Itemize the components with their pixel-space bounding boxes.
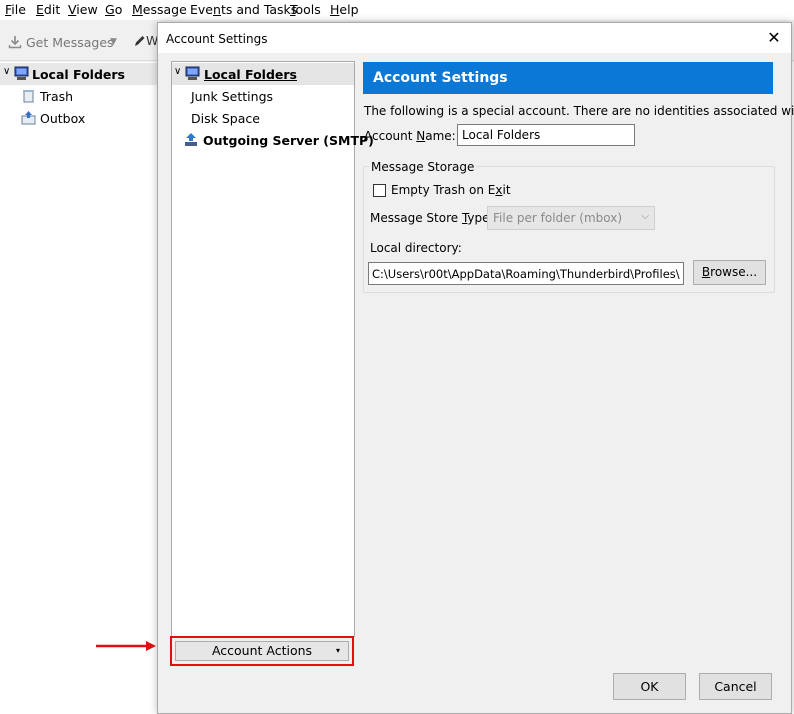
menu-events-pre: Eve <box>190 2 213 17</box>
browse-button[interactable]: Browse... <box>693 260 766 285</box>
ok-button[interactable]: OK <box>613 673 686 700</box>
menu-go-rest: o <box>114 2 123 17</box>
menu-edit-accel: E <box>36 2 44 17</box>
menu-help-accel: H <box>330 2 340 17</box>
settings-header-title: Account Settings <box>373 70 508 86</box>
get-messages-button[interactable]: Get Messages <box>8 35 114 50</box>
folder-item-outbox[interactable]: Outbox <box>0 107 158 129</box>
store-type-label: Message Store Type: <box>370 211 494 225</box>
menubar: File Edit View Go Message Events and Tas… <box>0 0 794 20</box>
trash-icon <box>23 90 34 103</box>
message-storage-legend: Message Storage <box>369 160 477 174</box>
cancel-button[interactable]: Cancel <box>699 673 772 700</box>
empty-trash-checkbox[interactable] <box>373 184 386 197</box>
dropdown-arrow-icon: ▾ <box>335 646 340 655</box>
store-type-select[interactable]: File per folder (mbox) ⌵ <box>487 206 655 230</box>
account-name-label: Account Name: <box>364 129 456 143</box>
menu-view-rest: iew <box>76 2 98 17</box>
local-directory-input[interactable] <box>368 262 684 285</box>
folder-item-label: Trash <box>40 89 74 104</box>
tree-item-label: Disk Space <box>191 111 260 126</box>
tree-item-label: Junk Settings <box>191 89 274 104</box>
empty-trash-label[interactable]: Empty Trash on Exit <box>391 183 511 197</box>
get-messages-dropdown-icon[interactable]: ▼ <box>110 37 117 47</box>
settings-header-bar: Account Settings <box>363 62 773 94</box>
write-button[interactable]: W <box>134 33 158 48</box>
menu-message-rest: essage <box>142 2 187 17</box>
tree-item-local-folders[interactable]: ∨ Local Folders <box>172 63 354 85</box>
menu-message[interactable]: Message <box>132 2 187 17</box>
red-arrow-annotation <box>96 641 156 651</box>
tree-item-outgoing-server[interactable]: Outgoing Server (SMTP) <box>172 129 374 151</box>
folder-item-trash[interactable]: Trash <box>0 85 158 107</box>
account-actions-highlight: Account Actions ▾ <box>170 636 354 666</box>
store-type-value: File per folder (mbox) <box>493 211 623 225</box>
chevron-down-icon: ⌵ <box>641 211 649 222</box>
dialog-titlebar[interactable]: Account Settings ✕ <box>158 23 791 53</box>
menu-tools[interactable]: Tools <box>290 2 321 17</box>
collapse-chevron-icon[interactable]: ∨ <box>174 66 181 77</box>
menu-go-accel: G <box>105 2 115 17</box>
menu-edit[interactable]: Edit <box>36 2 60 17</box>
account-tree: ∨ Local Folders Junk Settings Disk Space… <box>171 61 374 637</box>
account-actions-label: Account Actions <box>211 643 313 658</box>
menu-tools-rest: ools <box>295 2 321 17</box>
menu-events-accel: n <box>213 2 221 17</box>
close-icon[interactable]: ✕ <box>762 27 786 49</box>
menu-file[interactable]: File <box>5 2 26 17</box>
folder-pane: ∨ Local Folders Trash Outbox <box>0 62 158 714</box>
download-icon <box>8 36 22 49</box>
folder-item-label: Outbox <box>40 111 86 126</box>
account-actions-button[interactable]: Account Actions ▾ <box>175 641 349 661</box>
account-name-input[interactable] <box>457 124 635 146</box>
computer-icon <box>185 66 200 80</box>
outgoing-server-icon <box>185 133 197 146</box>
menu-edit-rest: dit <box>43 2 61 17</box>
tree-item-junk-settings[interactable]: Junk Settings <box>172 85 354 107</box>
menu-file-rest: ile <box>11 2 26 17</box>
tree-item-disk-space[interactable]: Disk Space <box>172 107 354 129</box>
collapse-chevron-icon[interactable]: ∨ <box>3 66 10 77</box>
dialog-title: Account Settings <box>166 32 268 46</box>
special-account-description: The following is a special account. Ther… <box>364 104 794 118</box>
menu-events-and-tasks[interactable]: Events and Tasks <box>190 2 297 17</box>
menu-help[interactable]: Help <box>330 2 359 17</box>
pencil-icon <box>135 36 145 46</box>
get-messages-label: Get Messages <box>26 35 114 50</box>
tree-item-label: Outgoing Server (SMTP) <box>203 133 374 148</box>
menu-message-accel: M <box>132 2 143 17</box>
computer-icon <box>14 66 29 80</box>
menu-view[interactable]: View <box>68 2 98 17</box>
folder-account-local-folders[interactable]: ∨ Local Folders <box>0 63 158 85</box>
menu-events-rest: ts and Tasks <box>220 2 298 17</box>
account-settings-dialog: Account Settings ✕ ∨ Local Folders Junk … <box>157 22 794 714</box>
local-directory-label: Local directory: <box>370 241 462 255</box>
menu-go[interactable]: Go <box>105 2 122 17</box>
folder-account-label: Local Folders <box>32 67 125 82</box>
tree-item-label: Local Folders <box>204 67 297 82</box>
menu-help-rest: elp <box>339 2 359 17</box>
outbox-icon <box>21 111 36 125</box>
